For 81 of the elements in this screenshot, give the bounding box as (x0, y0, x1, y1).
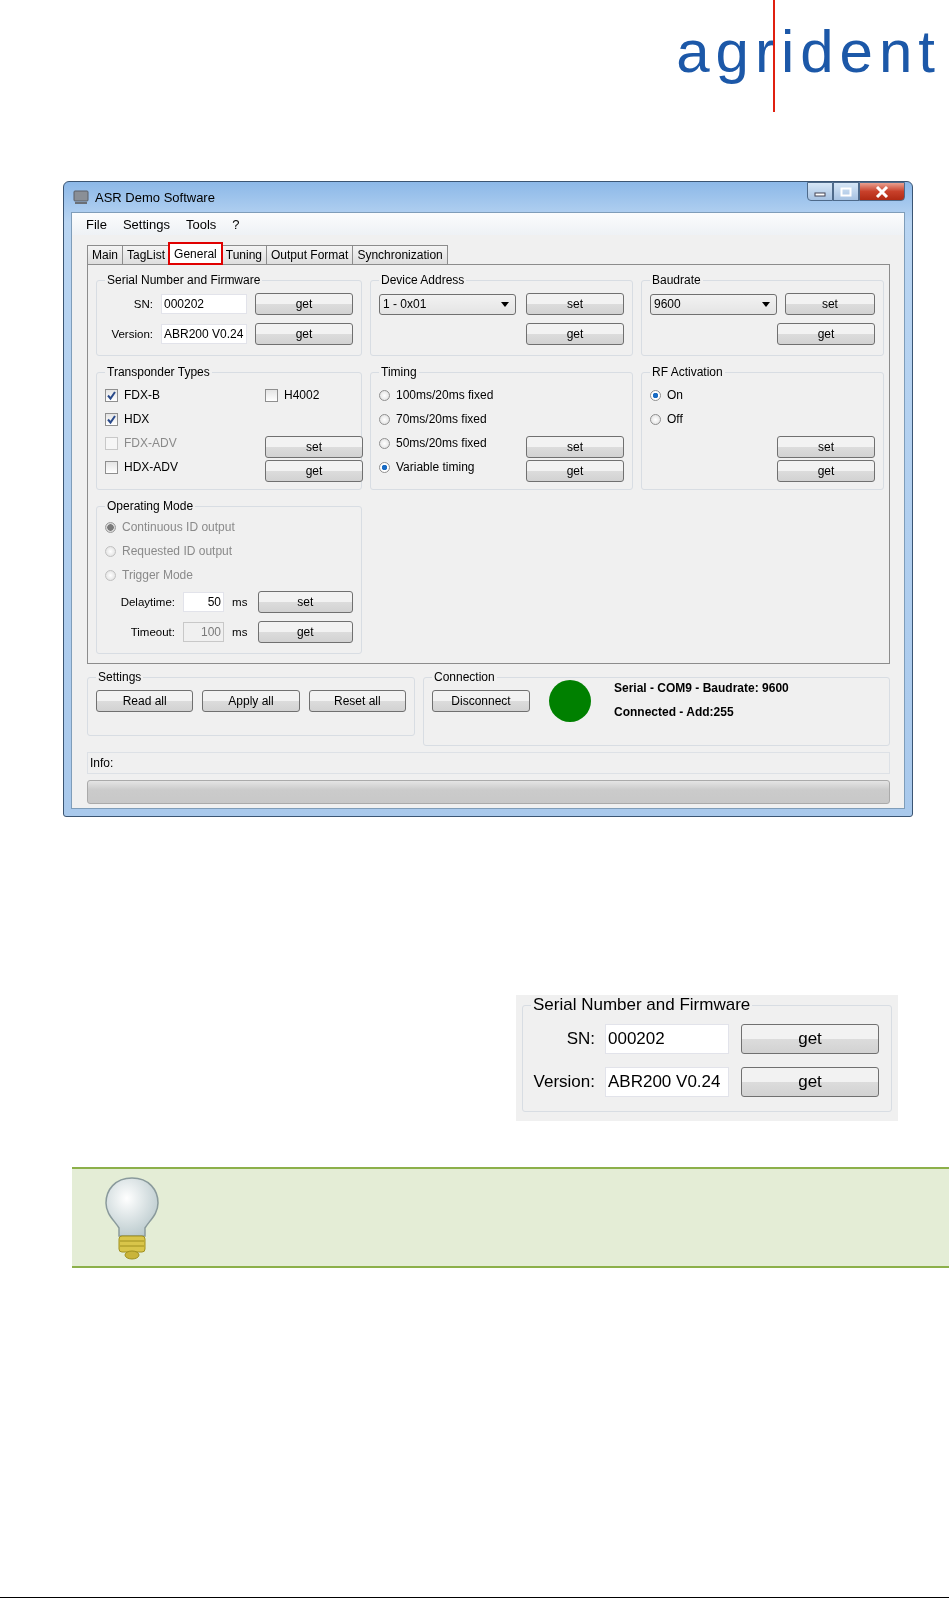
menu-item[interactable]: Tools (183, 216, 231, 232)
group-title: Device Address (380, 273, 466, 287)
checkbox[interactable]: H4002 (265, 388, 363, 402)
tab[interactable]: Synchronization (352, 245, 448, 264)
input-field[interactable]: ABR200 V0.24 (605, 1066, 729, 1097)
settings-button[interactable]: Apply all (202, 690, 300, 712)
field-label: Version: (532, 1071, 595, 1092)
get-button[interactable]: get (741, 1023, 879, 1054)
tab[interactable]: Output Format (266, 245, 354, 264)
maximize-button[interactable] (833, 182, 859, 201)
get-button[interactable]: get (777, 323, 875, 345)
close-icon (875, 185, 889, 198)
group-title: Timing (380, 365, 418, 379)
group-title: Baudrate (651, 273, 702, 287)
input-field[interactable]: 50 (183, 592, 225, 612)
radio-button[interactable]: 100ms/20ms fixed (379, 388, 516, 402)
radio-button[interactable]: On (650, 388, 767, 402)
get-button[interactable]: get (777, 459, 875, 482)
radio-button[interactable]: Off (650, 412, 767, 426)
field-label: Timeout: (129, 626, 175, 638)
unit-label: ms (232, 596, 249, 608)
checkbox[interactable]: HDX-ADV (105, 460, 255, 474)
get-button[interactable]: get (255, 323, 353, 345)
set-button[interactable]: set (526, 293, 624, 315)
status-text: Connected - Add:255 (614, 705, 735, 719)
group-title: RF Activation (651, 365, 724, 379)
field-label: Version: (110, 328, 153, 340)
checkbox[interactable]: HDX (105, 412, 255, 426)
settings-button[interactable]: Reset all (308, 690, 406, 712)
disconnect-button[interactable]: Disconnect (432, 690, 530, 712)
input-field[interactable]: 000202 (161, 294, 247, 314)
checkmark-icon (106, 413, 117, 425)
get-button[interactable]: get (526, 459, 624, 482)
window-title: ASR Demo Software (95, 189, 215, 205)
field-label: SN: (565, 1028, 595, 1049)
checkmark-icon (106, 389, 117, 401)
get-button[interactable]: get (526, 323, 624, 345)
group-title: Settings (97, 670, 143, 684)
field-label: SN: (132, 298, 153, 310)
tab[interactable]: TagList (122, 245, 171, 264)
menu-item[interactable]: Settings (120, 216, 184, 232)
unit-label: ms (232, 626, 249, 638)
action-button[interactable]: set (257, 591, 353, 613)
info-label: Info: (90, 756, 114, 770)
settings-button[interactable]: Read all (96, 690, 194, 712)
input-field[interactable]: ABR200 V0.24 (161, 324, 247, 344)
lightbulb-icon (102, 1175, 162, 1260)
group-title: Serial Number and Firmware (106, 273, 262, 287)
tab[interactable]: General (169, 243, 222, 264)
set-button[interactable]: set (526, 435, 624, 458)
app-icon (73, 190, 89, 204)
group-title: Connection (433, 670, 496, 684)
get-button[interactable]: get (741, 1066, 879, 1097)
get-button[interactable]: get (255, 293, 353, 315)
maximize-icon (840, 186, 852, 197)
dropdown[interactable]: 9600 (650, 293, 777, 315)
set-button[interactable]: set (265, 435, 363, 458)
dropdown[interactable]: 1 - 0x01 (379, 293, 516, 315)
caret-icon (761, 301, 770, 307)
checkbox[interactable]: FDX-B (105, 388, 255, 402)
minimize-button[interactable] (807, 182, 833, 201)
tab[interactable]: Main (87, 245, 123, 264)
option-label: Requested ID output (122, 544, 233, 558)
group-title: Operating Mode (106, 499, 195, 513)
group-title: Serial Number and Firmware (532, 995, 752, 1015)
menu-item[interactable]: ? (230, 216, 254, 232)
radio-button[interactable]: Variable timing (379, 460, 516, 474)
option-label: Continuous ID output (122, 520, 235, 534)
input-field[interactable]: 000202 (605, 1023, 729, 1054)
radio-button[interactable]: 70ms/20ms fixed (379, 412, 516, 426)
status-text: Serial - COM9 - Baudrate: 9600 (614, 681, 789, 695)
caret-icon (501, 301, 509, 307)
option-label: Trigger Mode (122, 568, 193, 582)
field-label: Delaytime: (119, 596, 175, 608)
close-button[interactable] (859, 182, 905, 201)
menu-item[interactable]: File (84, 216, 121, 232)
radio-button[interactable]: 50ms/20ms fixed (379, 436, 516, 450)
set-button[interactable]: set (777, 435, 875, 458)
group-title: Transponder Types (106, 365, 211, 379)
get-button[interactable]: get (265, 459, 363, 482)
set-button[interactable]: set (784, 293, 875, 315)
